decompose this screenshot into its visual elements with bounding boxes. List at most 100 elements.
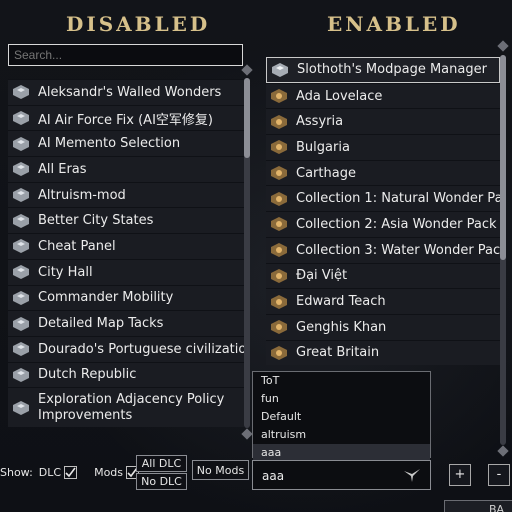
chevron-down-icon — [404, 469, 420, 483]
list-item-label: Cheat Panel — [38, 238, 116, 254]
civ-emblem-icon — [270, 215, 288, 233]
mods-label: Mods — [94, 466, 124, 479]
dropdown-option[interactable]: altruism — [253, 426, 430, 444]
disabled-scrollbar[interactable] — [244, 78, 250, 428]
list-item[interactable]: Edward Teach — [266, 288, 500, 314]
all-dlc-button[interactable]: All DLC — [136, 455, 187, 472]
dropdown-option[interactable]: ToT — [253, 372, 430, 390]
mod-gem-icon — [12, 289, 30, 307]
list-item-label: Slothoth's Modpage Manager — [297, 62, 487, 78]
list-item-label: Commander Mobility — [38, 290, 174, 306]
enabled-scrollbar[interactable] — [500, 55, 506, 445]
civ-emblem-icon — [270, 113, 288, 131]
civ-emblem-icon — [270, 318, 288, 336]
civ-emblem-icon — [270, 164, 288, 182]
list-item-label: Bulgaria — [296, 139, 350, 155]
enabled-scroll-thumb[interactable] — [500, 55, 506, 260]
list-item-label: Carthage — [296, 165, 356, 181]
list-item-label: AI Air Force Fix (AI空军修复) — [38, 112, 213, 128]
list-item-label: Đại Việt — [296, 268, 348, 284]
dropdown-option[interactable]: fun — [253, 390, 430, 408]
list-item[interactable]: Altruism-mod — [8, 181, 244, 208]
checkmark-icon — [65, 467, 76, 478]
list-item[interactable]: AI Memento Selection — [8, 130, 244, 157]
enabled-header: ENABLED — [327, 12, 461, 36]
no-mods-button[interactable]: No Mods — [192, 460, 249, 480]
civ-emblem-icon — [270, 293, 288, 311]
list-item-label: Genghis Khan — [296, 319, 387, 335]
mod-gem-icon — [12, 340, 30, 358]
remove-profile-button[interactable]: - — [488, 464, 510, 486]
dlc-label: DLC — [38, 466, 62, 479]
list-item-label: Collection 1: Natural Wonder Pack — [296, 191, 500, 207]
enabled-mod-list: Slothoth's Modpage Manager Ada Lovelace … — [266, 57, 500, 366]
mod-gem-icon — [12, 83, 30, 101]
mod-gem-icon — [12, 212, 30, 230]
list-item-selected[interactable]: Slothoth's Modpage Manager — [266, 57, 500, 83]
civ-emblem-icon — [270, 267, 288, 285]
mod-gem-icon — [12, 315, 30, 333]
civ-emblem-icon — [270, 241, 288, 259]
back-button[interactable]: BA — [444, 500, 512, 512]
dlc-checkbox[interactable] — [64, 466, 78, 479]
mod-gem-icon — [12, 263, 30, 281]
list-item[interactable]: City Hall — [8, 258, 244, 285]
list-item[interactable]: Assyria — [266, 108, 500, 135]
list-item[interactable]: Better City States — [8, 207, 244, 234]
list-item[interactable]: Bulgaria — [266, 134, 500, 160]
list-item[interactable]: Ada Lovelace — [266, 82, 500, 109]
list-item[interactable]: Dourado's Portuguese civilization — [8, 335, 244, 362]
list-item[interactable]: Collection 2: Asia Wonder Pack — [266, 211, 500, 237]
mod-gem-icon — [12, 135, 30, 153]
dropdown-option[interactable]: Default — [253, 408, 430, 426]
list-item-label: Collection 2: Asia Wonder Pack — [296, 216, 497, 232]
list-item[interactable]: Aleksandr's Walled Wonders — [8, 79, 244, 105]
disabled-mod-list: Aleksandr's Walled Wonders AI Air Force … — [8, 79, 244, 428]
list-item[interactable]: Commander Mobility — [8, 284, 244, 311]
list-item-label: Dutch Republic — [38, 367, 137, 383]
list-item-label: Ada Lovelace — [296, 88, 383, 104]
mod-gem-icon — [12, 186, 30, 204]
disabled-header: DISABLED — [66, 12, 211, 36]
profile-dropdown-list[interactable]: ToT fun Default altruism aaa — [252, 371, 431, 462]
list-item[interactable]: AI Air Force Fix (AI空军修复) — [8, 104, 244, 131]
mod-gem-icon — [12, 237, 30, 255]
no-dlc-button[interactable]: No DLC — [136, 473, 187, 490]
add-profile-button[interactable]: + — [449, 464, 471, 486]
mod-gem-icon — [12, 109, 30, 127]
list-item-label: Edward Teach — [296, 294, 386, 310]
list-item[interactable]: Carthage — [266, 159, 500, 186]
list-item-label: Detailed Map Tacks — [38, 316, 164, 332]
list-item-label: All Eras — [38, 161, 87, 177]
list-item-label: Altruism-mod — [38, 187, 126, 203]
list-item-label: Assyria — [296, 114, 344, 130]
list-item-label: Dourado's Portuguese civilization — [38, 341, 244, 357]
list-item[interactable]: Great Britain — [266, 339, 500, 366]
list-item[interactable]: Cheat Panel — [8, 233, 244, 259]
list-item[interactable]: Collection 1: Natural Wonder Pack — [266, 185, 500, 212]
civ-emblem-icon — [270, 87, 288, 105]
mod-gem-icon — [12, 160, 30, 178]
civ-emblem-icon — [270, 344, 288, 362]
profile-select[interactable]: aaa — [252, 460, 431, 490]
list-item[interactable]: Genghis Khan — [266, 313, 500, 340]
list-item[interactable]: Dutch Republic — [8, 361, 244, 388]
list-item-label: Exploration Adjacency Policy Improvement… — [38, 391, 225, 423]
list-item-label: Great Britain — [296, 345, 380, 361]
search-input[interactable] — [8, 44, 243, 66]
mod-gem-icon — [12, 399, 30, 417]
list-item-label: Better City States — [38, 213, 154, 229]
disabled-scroll-thumb[interactable] — [244, 78, 250, 158]
list-item-label: City Hall — [38, 264, 93, 280]
civ-emblem-icon — [270, 190, 288, 208]
list-item[interactable]: Collection 3: Water Wonder Pack — [266, 236, 500, 263]
profile-select-value: aaa — [262, 469, 285, 483]
list-item-label: Collection 3: Water Wonder Pack — [296, 242, 500, 258]
list-item[interactable]: Detailed Map Tacks — [8, 310, 244, 336]
show-label: Show: — [0, 466, 33, 479]
list-item[interactable]: Đại Việt — [266, 262, 500, 289]
list-item[interactable]: Exploration Adjacency Policy Improvement… — [8, 387, 244, 428]
list-item-label: AI Memento Selection — [38, 136, 181, 152]
show-filter-row: Show: DLC Mods — [0, 466, 140, 479]
list-item[interactable]: All Eras — [8, 156, 244, 182]
